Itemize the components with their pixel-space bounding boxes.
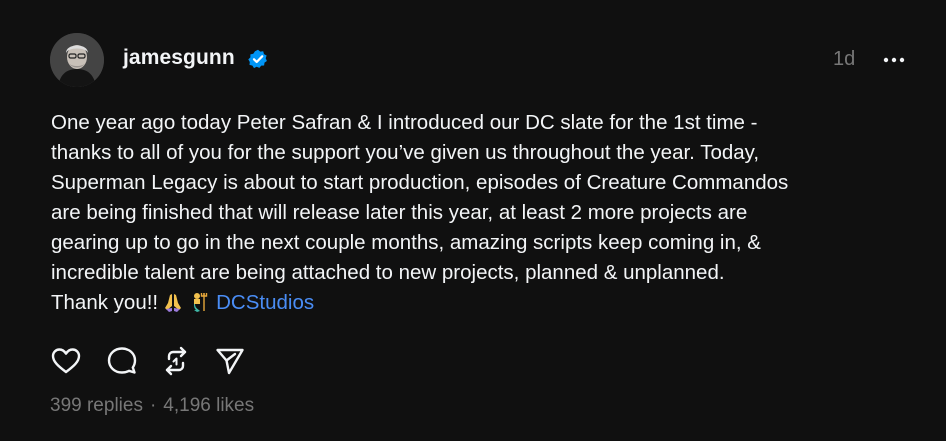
verified-badge-icon [248, 49, 268, 69]
post-stats: 399 replies · 4,196 likes [50, 395, 254, 417]
heart-icon[interactable] [50, 345, 82, 377]
author-username[interactable]: jamesgunn [123, 46, 235, 70]
post-body-line: Superman Legacy is about to start produc… [51, 171, 789, 194]
post-body-line: incredible talent are being attached to … [51, 261, 725, 284]
author-avatar[interactable] [50, 33, 104, 87]
post-timestamp[interactable]: 1d [833, 48, 855, 71]
post-body-line: gearing up to go in the next couple mont… [51, 231, 761, 254]
dcstudios-mention-link[interactable]: DCStudios [216, 291, 314, 314]
post-body: One year ago today Peter Safran & I intr… [51, 108, 921, 318]
likes-count-link[interactable]: 4,196 likes [163, 395, 254, 416]
post-body-line: thanks to all of you for the support you… [51, 141, 760, 164]
comment-icon[interactable] [106, 345, 138, 377]
repost-icon[interactable] [160, 345, 192, 377]
post-body-line: are being finished that will release lat… [51, 201, 748, 224]
merman-emoji-icon [188, 291, 210, 313]
more-horizontal-icon[interactable] [880, 50, 908, 70]
post-body-closing-line: Thank you!! DCStudios [51, 288, 921, 318]
folded-hands-emoji-icon [162, 291, 184, 313]
replies-count-link[interactable]: 399 replies [50, 395, 143, 416]
stats-separator: · [149, 395, 157, 416]
send-icon[interactable] [214, 345, 246, 377]
thread-post: jamesgunn 1d One year ago today Peter Sa… [0, 0, 946, 441]
post-body-line: One year ago today Peter Safran & I intr… [51, 111, 758, 134]
closing-text: Thank you!! [51, 291, 159, 314]
